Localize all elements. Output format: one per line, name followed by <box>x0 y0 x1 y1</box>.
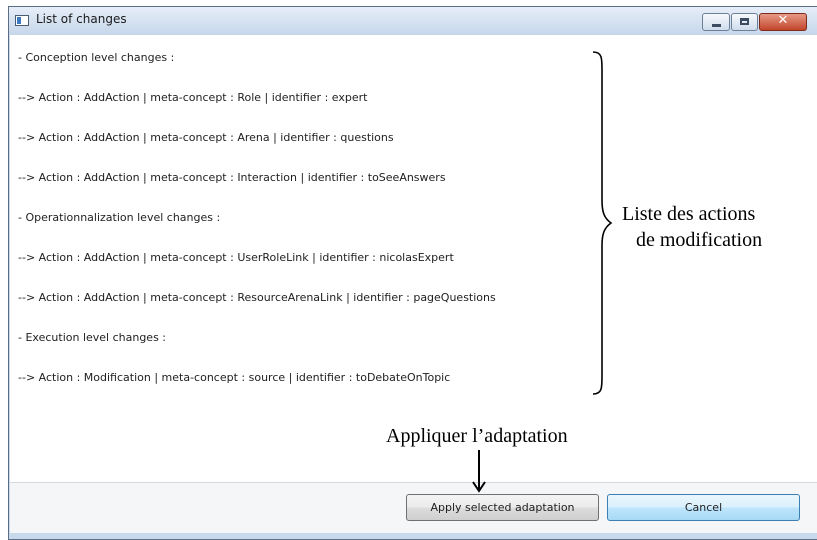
apply-selected-adaptation-button[interactable]: Apply selected adaptation <box>406 494 599 521</box>
list-item[interactable]: --> Action : Modification | meta-concept… <box>18 371 450 384</box>
list-item[interactable]: --> Action : AddAction | meta-concept : … <box>18 171 446 184</box>
minimize-button[interactable] <box>702 13 730 31</box>
close-icon: ✕ <box>777 13 789 28</box>
maximize-button[interactable] <box>731 13 758 31</box>
window-content: - Conception level changes : --> Action … <box>10 35 817 533</box>
list-item[interactable]: --> Action : AddAction | meta-concept : … <box>18 251 454 264</box>
list-item[interactable]: --> Action : AddAction | meta-concept : … <box>18 91 367 104</box>
list-of-changes-window: List of changes ✕ - Conception level cha… <box>8 6 817 540</box>
list-item[interactable]: - Operationnalization level changes : <box>18 211 220 224</box>
button-bar: Apply selected adaptation Cancel <box>10 483 817 533</box>
list-item[interactable]: - Conception level changes : <box>18 51 174 64</box>
app-window-icon <box>15 15 29 26</box>
list-item[interactable]: - Execution level changes : <box>18 331 166 344</box>
brace-path <box>592 51 613 395</box>
cancel-button[interactable]: Cancel <box>607 494 800 521</box>
down-arrow-annotation <box>472 450 486 493</box>
curly-brace-annotation <box>592 51 613 395</box>
brace-annotation-label-line2: de modification <box>636 229 763 251</box>
window-title: List of changes <box>36 12 127 26</box>
close-button[interactable]: ✕ <box>759 13 807 31</box>
list-item[interactable]: --> Action : AddAction | meta-concept : … <box>18 131 394 144</box>
title-bar[interactable]: List of changes ✕ <box>9 7 817 35</box>
changes-list[interactable]: - Conception level changes : --> Action … <box>13 35 613 480</box>
brace-annotation-label-line1: Liste des actions <box>622 203 756 225</box>
maximize-icon <box>740 18 749 25</box>
arrow-annotation-label: Appliquer l’adaptation <box>386 425 568 447</box>
minimize-icon <box>712 24 721 27</box>
list-item[interactable]: --> Action : AddAction | meta-concept : … <box>18 291 496 304</box>
